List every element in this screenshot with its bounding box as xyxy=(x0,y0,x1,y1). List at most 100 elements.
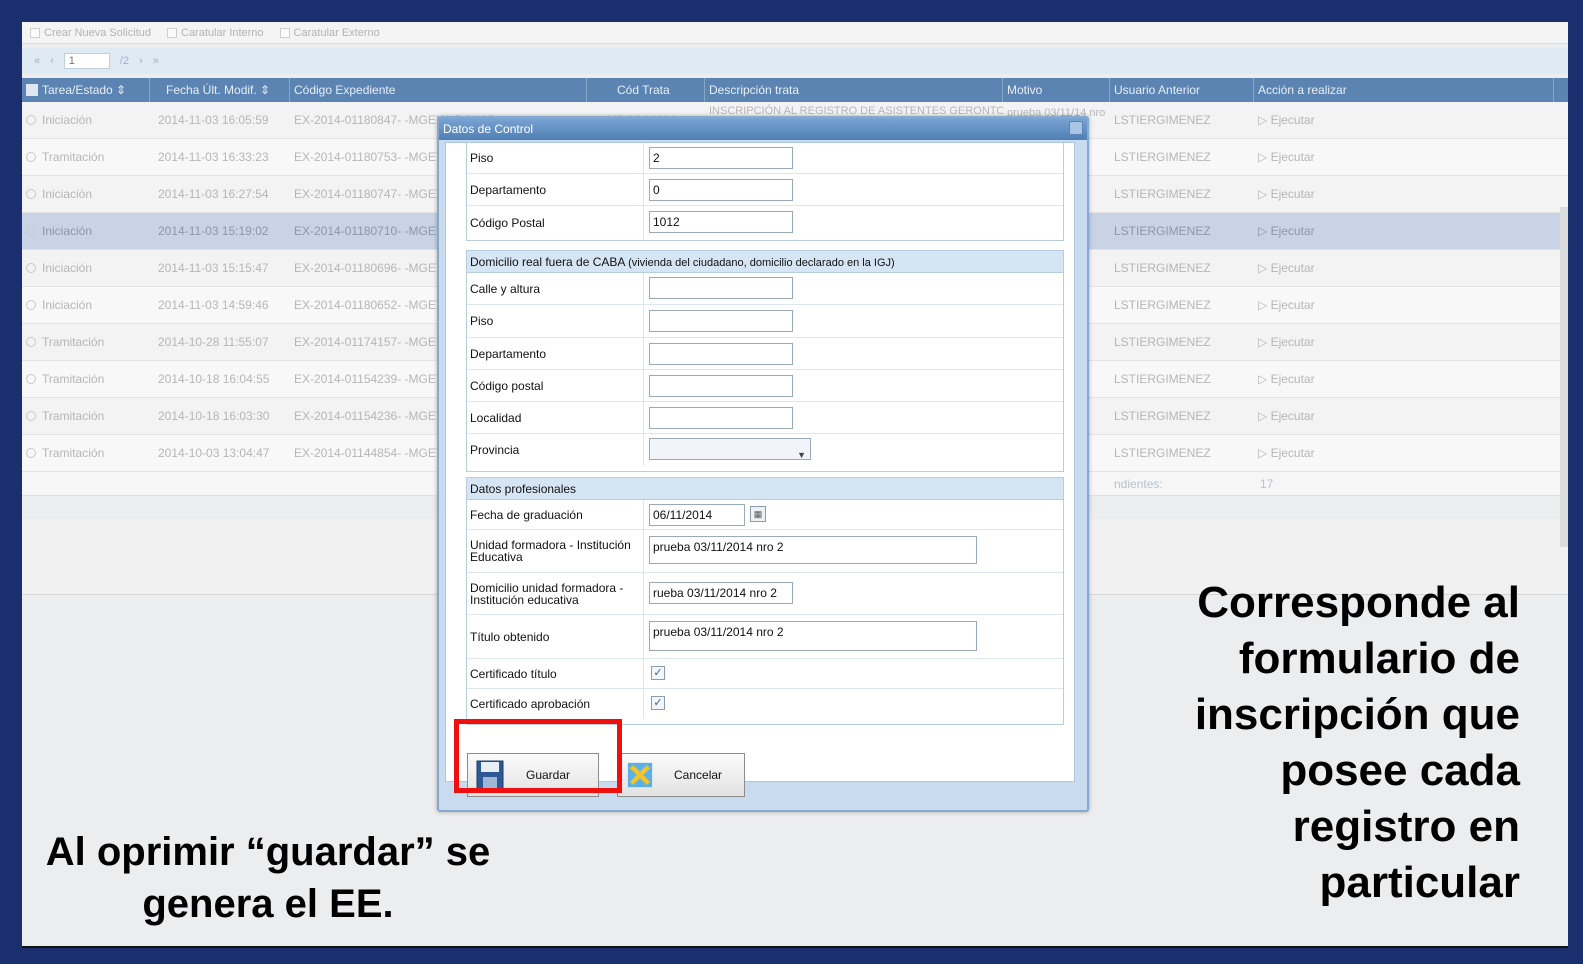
col-trata[interactable]: Cód Trata xyxy=(587,78,705,102)
provincia-select[interactable]: ▼ xyxy=(649,438,811,460)
field-label: Departamento xyxy=(467,174,644,205)
cell-usuario: LSTIERGIMENEZ xyxy=(1114,187,1211,201)
cell-estado: Tramitación xyxy=(22,398,150,435)
titulo-obtenido-textarea[interactable]: prueba 03/11/2014 nro 2 xyxy=(649,621,977,651)
col-estado[interactable]: Tarea/Estado ⇕ xyxy=(22,78,150,102)
cell-estado: Tramitación xyxy=(22,139,150,176)
col-motivo[interactable]: Motivo xyxy=(1003,78,1110,102)
pager: « ‹ 1 /2 › » xyxy=(22,48,1568,74)
caratular-interno-button[interactable]: Caratular Interno xyxy=(167,27,264,39)
cell-fecha: 2014-11-03 15:15:47 xyxy=(158,261,269,275)
field-label: Código postal xyxy=(467,370,644,401)
top-toolbar: Crear Nueva Solicitud Caratular Interno … xyxy=(22,22,1568,44)
cell-accion[interactable]: ▷ Ejecutar xyxy=(1254,324,1554,361)
field-label: Provincia xyxy=(467,434,644,466)
certificado-aprobacion-checkbox[interactable]: ✓ xyxy=(651,696,665,710)
cell-accion[interactable]: ▷ Ejecutar xyxy=(1254,361,1554,398)
field-label: Certificado título xyxy=(467,659,644,688)
table-header: Tarea/Estado ⇕ Fecha Últ. Modif. ⇕ Códig… xyxy=(22,78,1568,102)
row-radio[interactable] xyxy=(26,115,36,125)
close-icon[interactable] xyxy=(1069,121,1083,135)
field-row-cert-titulo: Certificado título ✓ xyxy=(467,659,1063,689)
cell-usuario: LSTIERGIMENEZ xyxy=(1114,446,1211,460)
col-codigo[interactable]: Código Expediente xyxy=(290,78,587,102)
field-label: Fecha de graduación xyxy=(467,500,644,529)
departamento-real-input[interactable] xyxy=(649,343,793,365)
departamento-input[interactable]: 0 xyxy=(649,179,793,201)
cell-usuario: LSTIERGIMENEZ xyxy=(1114,409,1211,423)
last-page-icon[interactable]: » xyxy=(153,55,159,67)
cell-accion[interactable]: ▷ Ejecutar xyxy=(1254,250,1554,287)
cancel-button[interactable]: Cancelar xyxy=(617,753,745,797)
field-label: Departamento xyxy=(467,338,644,369)
new-request-button[interactable]: Crear Nueva Solicitud xyxy=(30,27,151,39)
scrollbar[interactable] xyxy=(1560,207,1568,547)
field-row-departamento: Departamento 0 xyxy=(467,174,1063,206)
field-row-fecha-graduacion: Fecha de graduación 06/11/2014 ▦ xyxy=(467,500,1063,530)
field-row-unidad-formadora: Unidad formadora - Institución Educativa… xyxy=(467,530,1063,573)
row-radio[interactable] xyxy=(26,337,36,347)
cell-accion[interactable]: ▷ Ejecutar xyxy=(1254,102,1554,139)
field-label: Certificado aprobación xyxy=(467,689,644,719)
calendar-icon[interactable]: ▦ xyxy=(750,506,766,522)
caratular-externo-button[interactable]: Caratular Externo xyxy=(279,27,380,39)
cell-text: Iniciación xyxy=(42,261,93,275)
calle-altura-input[interactable] xyxy=(649,277,793,299)
cancel-label: Cancelar xyxy=(674,768,723,782)
cell-fecha: 2014-10-18 16:04:55 xyxy=(158,372,270,386)
codigo-postal-real-input[interactable] xyxy=(649,375,793,397)
certificado-titulo-checkbox[interactable]: ✓ xyxy=(651,666,665,680)
piso-real-input[interactable] xyxy=(649,310,793,332)
field-label: Piso xyxy=(467,305,644,337)
cell-estado: Iniciación xyxy=(22,102,150,139)
cell-accion[interactable]: ▷ Ejecutar xyxy=(1254,287,1554,324)
col-usuario[interactable]: Usuario Anterior xyxy=(1110,78,1254,102)
first-page-icon[interactable]: « xyxy=(34,55,40,67)
cell-fecha: 2014-11-03 16:05:59 xyxy=(158,113,269,127)
field-label: Piso xyxy=(467,143,644,173)
codigo-postal-input[interactable]: 1012 xyxy=(649,211,793,233)
cell-fecha: 2014-10-28 11:55:07 xyxy=(158,335,269,349)
col-descripcion[interactable]: Descripción trata xyxy=(705,78,1003,102)
field-row-provincia: Provincia ▼ xyxy=(467,434,1063,466)
unidad-formadora-textarea[interactable]: prueba 03/11/2014 nro 2 xyxy=(649,536,977,564)
page-number-input[interactable]: 1 xyxy=(63,53,110,69)
cell-text: Iniciación xyxy=(42,187,93,201)
next-page-icon[interactable]: › xyxy=(139,55,143,67)
cell-fecha: 2014-11-03 16:27:54 xyxy=(158,187,269,201)
field-label: Título obtenido xyxy=(467,615,644,658)
screen-edge xyxy=(22,946,1568,948)
cell-text: Iniciación xyxy=(42,298,93,312)
fecha-graduacion-input[interactable]: 06/11/2014 xyxy=(649,504,745,526)
row-radio[interactable] xyxy=(26,152,36,162)
domicilio-unidad-input[interactable]: rueba 03/11/2014 nro 2 xyxy=(649,582,793,604)
cell-accion[interactable]: ▷ Ejecutar xyxy=(1254,435,1554,472)
cell-accion[interactable]: ▷ Ejecutar xyxy=(1254,176,1554,213)
prev-page-icon[interactable]: ‹ xyxy=(50,55,54,67)
field-row-piso: Piso 2 xyxy=(467,143,1063,174)
piso-input[interactable]: 2 xyxy=(649,147,793,169)
row-radio[interactable] xyxy=(26,263,36,273)
row-radio[interactable] xyxy=(26,374,36,384)
row-radio[interactable] xyxy=(26,411,36,421)
summary-value: 17 xyxy=(1260,477,1274,491)
field-label: Unidad formadora - Institución Educativa xyxy=(467,530,644,572)
row-radio[interactable] xyxy=(26,448,36,458)
row-radio[interactable] xyxy=(26,300,36,310)
page-total: /2 xyxy=(119,55,129,67)
cancel-icon xyxy=(626,759,654,791)
row-radio[interactable] xyxy=(26,189,36,199)
col-fecha[interactable]: Fecha Últ. Modif. ⇕ xyxy=(150,78,290,102)
cell-accion[interactable]: ▷ Ejecutar xyxy=(1254,213,1554,250)
col-accion[interactable]: Acción a realizar xyxy=(1254,78,1554,102)
cell-estado: Iniciación xyxy=(22,250,150,287)
cell-accion[interactable]: ▷ Ejecutar xyxy=(1254,139,1554,176)
field-row-codigo-postal: Código Postal 1012 xyxy=(467,206,1063,240)
annotation-right: Corresponde al formulario de inscripción… xyxy=(1194,578,1520,907)
cell-accion[interactable]: ▷ Ejecutar xyxy=(1254,398,1554,435)
profesionales-legend: Datos profesionales xyxy=(467,478,1063,500)
row-radio[interactable] xyxy=(26,226,36,236)
localidad-input[interactable] xyxy=(649,407,793,429)
cell-usuario: LSTIERGIMENEZ xyxy=(1114,150,1211,164)
cell-usuario: LSTIERGIMENEZ xyxy=(1114,113,1211,127)
